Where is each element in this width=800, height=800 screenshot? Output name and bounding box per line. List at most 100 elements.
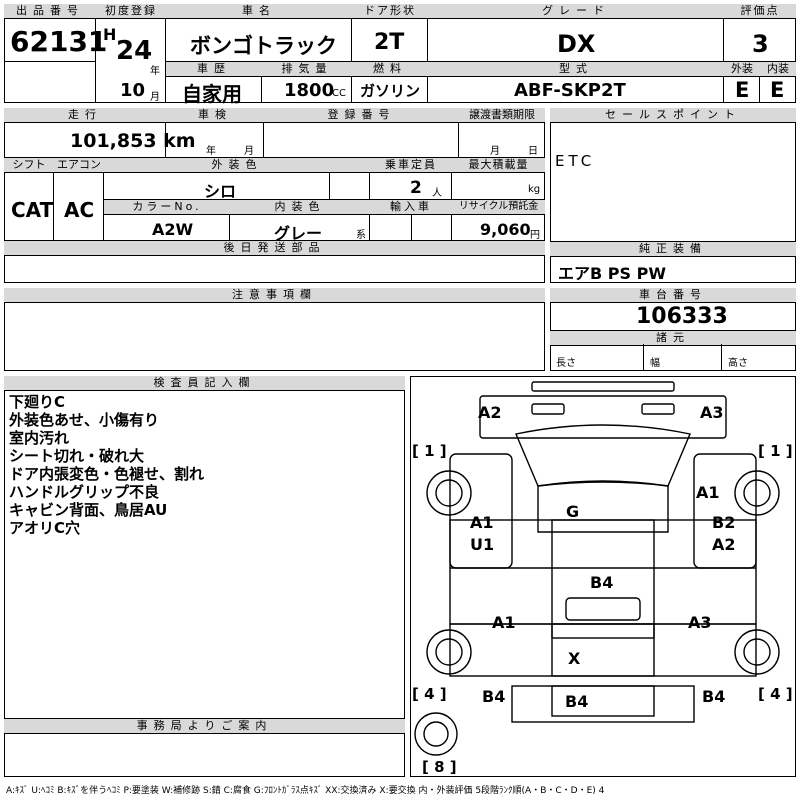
caution-label: 注意事項欄 xyxy=(4,288,545,303)
score-label: 評価点 xyxy=(724,4,796,19)
spare-wheel-inner xyxy=(423,721,449,747)
mark-b4-right: B4 xyxy=(702,687,725,706)
int-value: E xyxy=(770,78,785,102)
vehicle-diagram: A2 A3 G A1 A1 U1 B2 A2 B4 A1 A3 X B4 B4 … xyxy=(412,381,793,776)
fuel-label: 燃料 xyxy=(352,62,428,77)
int-color-label: 内装色 xyxy=(230,200,370,215)
year-unit: 年 xyxy=(150,66,160,77)
chassis-value: 106333 xyxy=(636,304,728,329)
rear-left-wheel xyxy=(426,629,472,675)
ac-value: AC xyxy=(64,198,95,222)
rear-right-wheel xyxy=(734,629,780,675)
history-value: 自家用 xyxy=(182,82,242,106)
bracket-left-top: [ 1 ] xyxy=(412,442,447,460)
score-value: 3 xyxy=(752,30,769,58)
mark-a2-right: A2 xyxy=(712,535,736,554)
bracket-spare: [ 8 ] xyxy=(422,758,457,776)
bracket-right-bottom: [ 4 ] xyxy=(758,685,793,703)
regno-label: 登録番号 xyxy=(264,108,459,123)
car-name: ボンゴトラック xyxy=(190,34,337,58)
insp-year-unit: 年 xyxy=(206,146,216,157)
mileage-label: 走行 xyxy=(4,108,166,123)
ext-color-label: 外装色 xyxy=(104,158,370,173)
inspector-label: 検査員記入欄 xyxy=(4,376,405,391)
recycle-value: 9,060 xyxy=(480,220,531,239)
shift-label: シフト xyxy=(4,158,54,173)
mark-a1-lower-left: A1 xyxy=(492,613,516,632)
carname-label: 車名 xyxy=(166,4,352,19)
grille-outline xyxy=(531,403,565,415)
office-label: 事務局よりご案内 xyxy=(4,719,405,734)
rear-right-wheel-inner xyxy=(743,638,771,666)
history-label: 車歴 xyxy=(166,62,262,77)
spare-wheel xyxy=(414,712,458,756)
model-label: 型式 xyxy=(428,62,724,77)
year-value: 24 xyxy=(116,36,153,66)
height-label: 高さ xyxy=(728,358,748,369)
capacity-value: 2 xyxy=(410,178,422,198)
mark-a2-left: A2 xyxy=(478,403,502,422)
mark-b4-center: B4 xyxy=(590,573,613,592)
ext-label: 外装 xyxy=(724,62,760,77)
transfer-day-unit: 日 xyxy=(528,146,538,157)
displacement-label: 排気量 xyxy=(262,62,352,77)
length-label: 長さ xyxy=(556,358,576,369)
color-no-value: A2W xyxy=(152,220,194,239)
int-color-unit: 系 xyxy=(356,230,366,241)
load-unit: kg xyxy=(528,184,541,195)
transfer-month-unit: 月 xyxy=(490,146,500,157)
fuel-value: ガソリン xyxy=(360,82,421,100)
ext-value: E xyxy=(735,78,750,102)
grade-value: DX xyxy=(557,30,596,58)
month-value: 10 xyxy=(120,80,146,101)
hood-outline xyxy=(479,395,727,439)
month-unit: 月 xyxy=(150,92,160,103)
mark-a3-lower-right: A3 xyxy=(688,613,712,632)
insp-month-unit: 月 xyxy=(244,146,254,157)
lot-number: 62131 xyxy=(10,25,108,58)
mark-b4-center-lower: B4 xyxy=(565,692,588,711)
recycle-unit: 円 xyxy=(530,230,540,241)
import-divider xyxy=(370,214,412,241)
mark-x: X xyxy=(568,649,581,668)
capacity-unit: 人 xyxy=(432,188,442,199)
displacement-value: 1800 xyxy=(284,80,335,101)
later-parts-label: 後日発送部品 xyxy=(4,241,545,256)
cab-roof-outline xyxy=(537,481,669,533)
windshield-outline xyxy=(515,424,691,487)
front-left-wheel-inner xyxy=(435,479,463,507)
doors-value: 2T xyxy=(374,30,405,55)
ac-label: エアコン xyxy=(54,158,104,173)
lot-empty-cell xyxy=(4,62,96,103)
displacement-unit: CC xyxy=(332,88,346,99)
bracket-right-top: [ 1 ] xyxy=(758,442,793,460)
mark-a1-right-front: A1 xyxy=(696,483,720,502)
mark-b4-left: B4 xyxy=(482,687,505,706)
front-right-wheel xyxy=(734,470,780,516)
sales-text: ETC xyxy=(555,152,596,170)
bracket-left-bottom: [ 4 ] xyxy=(412,685,447,703)
year-label: 初度登録 xyxy=(96,4,166,19)
equip-value: エアB PS PW xyxy=(558,264,666,283)
ext-color-value: シロ xyxy=(204,182,237,201)
bed-center-panel xyxy=(565,597,641,621)
inspection-label: 車検 xyxy=(166,108,264,123)
grille-outline-right xyxy=(641,403,675,415)
mark-a1-left: A1 xyxy=(470,513,494,532)
transfer-label: 譲渡書類期限 xyxy=(459,108,545,123)
mark-a3-right: A3 xyxy=(700,403,724,422)
width-label: 幅 xyxy=(650,358,660,369)
recycle-label: リサイクル預託金 xyxy=(452,200,545,215)
capacity-label: 乗車定員 xyxy=(370,158,452,173)
rear-left-wheel-inner xyxy=(435,638,463,666)
mark-u1-left: U1 xyxy=(470,535,494,554)
mark-g: G xyxy=(566,502,579,521)
model-value: ABF-SKP2T xyxy=(514,80,626,101)
import-label: 輸入車 xyxy=(370,200,452,215)
era-letter: H xyxy=(103,25,117,44)
front-right-wheel-inner xyxy=(743,479,771,507)
sales-label: セールスポイント xyxy=(550,108,796,123)
front-bumper-outline xyxy=(531,381,675,392)
color-no-label: カラーNo. xyxy=(104,200,230,215)
chassis-label: 車台番号 xyxy=(550,288,796,303)
